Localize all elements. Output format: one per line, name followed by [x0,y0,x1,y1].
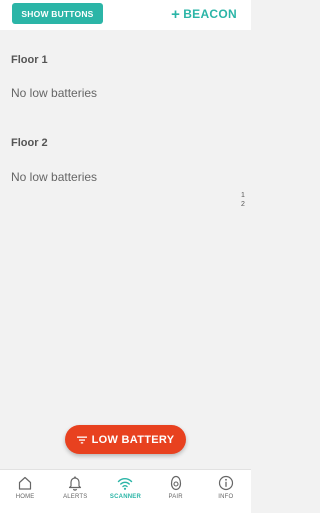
pair-icon [170,475,181,491]
floor-2-empty-text: No low batteries [11,170,98,184]
nav-home-label: HOME [15,494,35,500]
nav-info-label: INFO [218,494,234,500]
nav-home[interactable]: HOME [0,470,50,513]
floor-1-title: Floor 1 [11,54,48,66]
home-icon [18,476,32,490]
nav-pair[interactable]: PAIR [151,470,201,513]
low-battery-filter-button[interactable]: LOW BATTERY [65,425,186,454]
nav-scanner-label: SCANNER [109,494,141,500]
nav-alerts[interactable]: ALERTS [50,470,100,513]
section-index-item[interactable]: 2 [239,200,247,209]
section-index-item[interactable]: 1 [239,191,247,200]
add-beacon-label: BEACON [183,7,237,21]
bell-icon [69,476,82,491]
nav-info[interactable]: INFO [201,470,251,513]
show-buttons-button[interactable]: SHOW BUTTONS [12,3,103,24]
info-icon [218,475,233,491]
bottom-nav: HOME ALERTS SCANNER PAIR INFO [0,469,251,513]
nav-pair-label: PAIR [168,494,183,500]
plus-icon: + [171,5,181,23]
low-battery-label: LOW BATTERY [91,433,175,446]
section-index[interactable]: 1 2 [239,191,247,209]
floor-2-title: Floor 2 [11,137,48,149]
add-beacon-button[interactable]: + BEACON [171,5,237,23]
filter-icon [76,436,87,443]
floor-1-empty-text: No low batteries [11,86,98,100]
nav-scanner[interactable]: SCANNER [100,470,150,513]
wifi-icon [118,478,133,490]
top-bar: SHOW BUTTONS + BEACON [0,0,251,30]
nav-alerts-label: ALERTS [63,494,88,500]
